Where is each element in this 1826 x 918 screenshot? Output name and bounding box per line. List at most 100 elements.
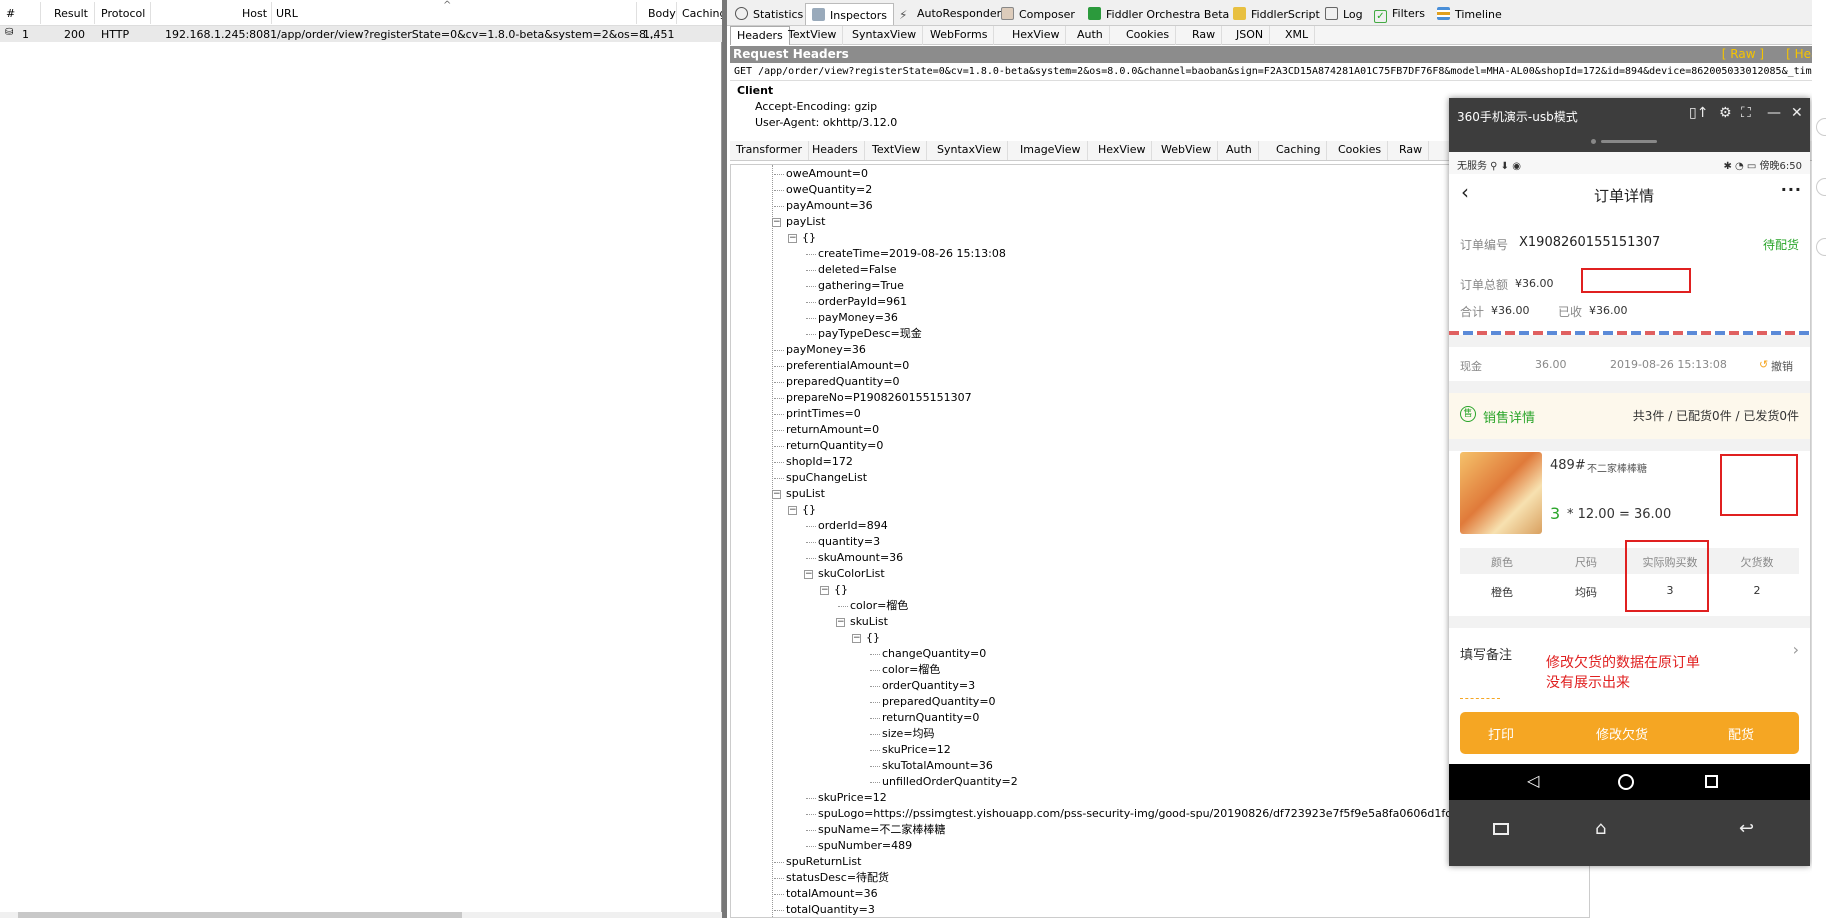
req-tab-auth[interactable]: Auth [1071, 26, 1110, 45]
tree-node[interactable]: unfilledOrderQuantity=2 [882, 775, 1018, 789]
req-tab-syntaxview[interactable]: SyntaxView [846, 26, 924, 45]
tab-fiddlerscript[interactable]: FiddlerScript [1227, 3, 1326, 25]
tree-node[interactable]: skuPrice=12 [818, 791, 887, 805]
tree-toggle-icon[interactable]: − [772, 490, 781, 499]
raw-link[interactable]: [ Raw ] [1722, 47, 1764, 61]
tree-node[interactable]: color=榴色 [850, 599, 908, 613]
req-tab-json[interactable]: JSON [1230, 26, 1271, 45]
tree-node[interactable]: {} [802, 503, 816, 517]
tree-node[interactable]: size=均码 [882, 727, 935, 741]
phone-drag-handle[interactable] [1449, 132, 1810, 152]
resp-tab-auth[interactable]: Auth [1220, 141, 1259, 160]
tree-node[interactable]: skuTotalAmount=36 [882, 759, 993, 773]
scroll-thumb[interactable] [18, 912, 462, 918]
tree-node[interactable]: prepareNo=P1908260155151307 [786, 391, 972, 405]
col-host[interactable]: Host [242, 7, 267, 20]
resp-tab-syntaxview[interactable]: SyntaxView [931, 141, 1009, 160]
side-button[interactable] [1816, 178, 1826, 196]
tree-node[interactable]: orderPayId=961 [818, 295, 907, 309]
fullscreen-icon[interactable]: ⛶ [1741, 105, 1751, 121]
tree-node[interactable]: payMoney=36 [818, 311, 898, 325]
remark-label[interactable]: 填写备注 [1460, 644, 1512, 663]
mirror-recents-icon[interactable] [1493, 823, 1509, 835]
sessions-hscrollbar[interactable] [0, 912, 722, 918]
tree-node[interactable]: payMoney=36 [786, 343, 866, 357]
col-caching[interactable]: Caching [682, 7, 726, 20]
tree-node[interactable]: totalAmount=36 [786, 887, 878, 901]
tree-toggle-icon[interactable]: − [836, 618, 845, 627]
tree-node[interactable]: preparedQuantity=0 [786, 375, 900, 389]
more-icon[interactable]: ··· [1781, 180, 1802, 199]
mirror-back-icon[interactable]: ↩ [1739, 818, 1754, 839]
tree-toggle-icon[interactable]: − [772, 218, 781, 227]
tree-node[interactable]: returnAmount=0 [786, 423, 879, 437]
side-button[interactable] [1816, 118, 1826, 136]
tree-node[interactable]: orderId=894 [818, 519, 888, 533]
col-result[interactable]: Result [54, 7, 88, 20]
mirror-home-icon[interactable]: ⌂ [1595, 818, 1606, 839]
tree-node[interactable]: spuNumber=489 [818, 839, 912, 853]
resp-tab-webview[interactable]: WebView [1155, 141, 1219, 160]
req-tab-hexview[interactable]: HexView [1006, 26, 1067, 45]
req-tab-xml[interactable]: XML [1279, 26, 1316, 45]
tree-node[interactable]: payList [786, 215, 825, 229]
tree-node[interactable]: spuChangeList [786, 471, 867, 485]
tree-node[interactable]: skuList [850, 615, 888, 629]
tree-node[interactable]: printTimes=0 [786, 407, 861, 421]
tree-node[interactable]: payTypeDesc=现金 [818, 327, 922, 341]
tree-node[interactable]: statusDesc=待配货 [786, 871, 889, 885]
product-image[interactable] [1460, 452, 1542, 534]
req-tab-headers[interactable]: Headers [730, 26, 790, 45]
back-arrow-icon[interactable]: ‹ [1461, 180, 1469, 204]
tree-node[interactable]: gathering=True [818, 279, 904, 293]
android-back-icon[interactable]: ◁ [1527, 771, 1539, 790]
req-tab-raw[interactable]: Raw [1186, 26, 1223, 45]
resp-tab-hexview[interactable]: HexView [1092, 141, 1153, 160]
tab-filters[interactable]: ✓ Filters [1368, 3, 1431, 25]
col-url[interactable]: URL [276, 7, 298, 20]
phone-window-titlebar[interactable]: 360手机演示-usb模式 ▯↑ ⚙ ⛶ — ✕ [1449, 98, 1810, 132]
resp-tab-imageview[interactable]: ImageView [1014, 141, 1088, 160]
req-tab-cookies[interactable]: Cookies [1120, 26, 1177, 45]
minimize-icon[interactable]: — [1767, 105, 1781, 121]
tree-node[interactable]: returnQuantity=0 [882, 711, 979, 725]
tree-node[interactable]: color=榴色 [882, 663, 940, 677]
tree-node[interactable]: quantity=3 [818, 535, 880, 549]
tab-inspectors[interactable]: Inspectors [805, 3, 895, 25]
resp-tab-raw[interactable]: Raw [1393, 141, 1430, 160]
print-button[interactable]: 打印 [1488, 724, 1514, 743]
tree-toggle-icon[interactable]: − [804, 570, 813, 579]
resp-tab-textview[interactable]: TextView [866, 141, 928, 160]
resp-tab-cookies[interactable]: Cookies [1332, 141, 1389, 160]
modify-owed-button[interactable]: 修改欠货 [1596, 724, 1648, 743]
tree-toggle-icon[interactable]: − [788, 234, 797, 243]
tree-node[interactable]: spuReturnList [786, 855, 861, 869]
tree-node[interactable]: oweAmount=0 [786, 167, 868, 181]
tab-statistics[interactable]: Statistics [729, 3, 809, 25]
session-row[interactable]: ⛁ 1 200 HTTP 192.168.1.245:8081 /app/ord… [0, 26, 722, 42]
tab-composer[interactable]: Composer [995, 3, 1081, 25]
req-tab-textview[interactable]: TextView [782, 26, 844, 45]
col-num[interactable]: # [6, 7, 15, 20]
tree-toggle-icon[interactable]: − [852, 634, 861, 643]
android-recents-icon[interactable] [1705, 775, 1718, 788]
tree-node[interactable]: skuColorList [818, 567, 885, 581]
tree-node[interactable]: payAmount=36 [786, 199, 873, 213]
tab-log[interactable]: Log [1319, 3, 1369, 25]
tree-node[interactable]: spuName=不二家棒棒糖 [818, 823, 945, 837]
tree-node[interactable]: shopId=172 [786, 455, 853, 469]
resp-tab-caching[interactable]: Caching [1270, 141, 1328, 160]
tree-node[interactable]: preferentialAmount=0 [786, 359, 909, 373]
side-button[interactable] [1816, 238, 1826, 256]
tree-node[interactable]: returnQuantity=0 [786, 439, 883, 453]
tree-node[interactable]: oweQuantity=2 [786, 183, 872, 197]
tree-node[interactable]: deleted=False [818, 263, 896, 277]
resp-tab-headers[interactable]: Headers [806, 141, 865, 160]
tree-node[interactable]: totalQuantity=3 [786, 903, 875, 917]
tree-node[interactable]: orderQuantity=3 [882, 679, 975, 693]
rotate-icon[interactable]: ▯↑ [1689, 105, 1708, 121]
tree-node[interactable]: preparedQuantity=0 [882, 695, 996, 709]
tree-node[interactable]: {} [866, 631, 880, 645]
tree-toggle-icon[interactable]: − [820, 586, 829, 595]
req-tab-webforms[interactable]: WebForms [924, 26, 995, 45]
